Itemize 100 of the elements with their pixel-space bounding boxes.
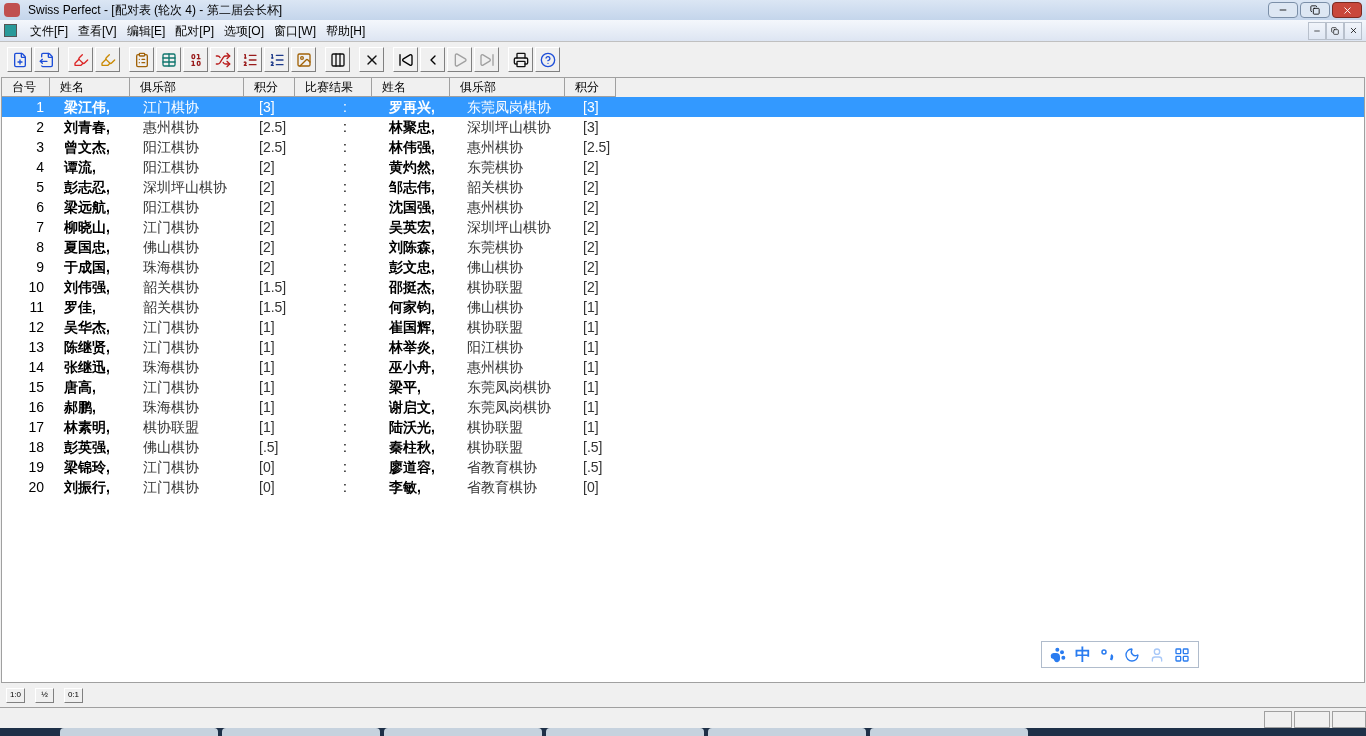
close-button[interactable] (1332, 2, 1362, 18)
board-number: 5 (35, 177, 44, 197)
club-name: 佛山棋协 (143, 237, 200, 257)
ordered-list-button[interactable] (264, 47, 289, 72)
column-header[interactable]: 台号 (2, 78, 50, 97)
clipboard-list-button[interactable] (129, 47, 154, 72)
marker-icon (72, 51, 89, 68)
player-name: 郝鹏, (64, 397, 97, 417)
previous-button[interactable] (420, 47, 445, 72)
player-name: 梁锦玲, (64, 457, 111, 477)
board-number: 18 (27, 437, 44, 457)
menu-item[interactable]: 帮助[H] (321, 21, 371, 40)
club-name: 江门棋协 (143, 217, 200, 237)
score: [2.5] (259, 137, 288, 157)
export-icon (38, 51, 55, 68)
menu-item[interactable]: 编辑[E] (121, 21, 171, 40)
column-header[interactable]: 比赛结果 (295, 78, 372, 97)
player-name: 于成国, (64, 257, 111, 277)
new-file-button[interactable] (7, 47, 32, 72)
result: : (343, 197, 348, 217)
club-name: 阳江棋协 (143, 137, 200, 157)
board-number: 2 (35, 117, 44, 137)
club-name: 东莞凤岗棋协 (467, 397, 552, 417)
cross-button[interactable] (359, 47, 384, 72)
clipboard-list-icon (133, 51, 150, 68)
shuffle-icon (214, 51, 231, 68)
player-name: 夏国忠, (64, 237, 111, 257)
printer-button[interactable] (508, 47, 533, 72)
club-name: 佛山棋协 (143, 437, 200, 457)
column-header[interactable]: 俱乐部 (450, 78, 565, 97)
player-name: 陆沃光, (389, 417, 436, 437)
menu-item[interactable]: 配对[P] (170, 21, 219, 40)
app-icon (4, 3, 20, 17)
restore-button[interactable] (1300, 2, 1330, 18)
result: : (343, 217, 348, 237)
marker-button[interactable] (95, 47, 120, 72)
club-name: 韶关棋协 (467, 177, 524, 197)
club-name: 惠州棋协 (467, 357, 524, 377)
player-name: 唐高, (64, 377, 97, 397)
player-name: 刘青春, (64, 117, 111, 137)
shuffle-button[interactable] (210, 47, 235, 72)
grid-icon[interactable] (1173, 646, 1190, 663)
moon-icon[interactable] (1124, 646, 1141, 663)
picture-button[interactable] (291, 47, 316, 72)
marker-button[interactable] (68, 47, 93, 72)
new-file-icon (11, 51, 28, 68)
help-button[interactable] (535, 47, 560, 72)
club-name: 阳江棋协 (143, 157, 200, 177)
ordered-list-button[interactable] (237, 47, 262, 72)
export-button[interactable] (34, 47, 59, 72)
player-name: 邹志伟, (389, 177, 436, 197)
score: [2] (583, 237, 599, 257)
restore-button[interactable] (1326, 21, 1344, 40)
menu-item[interactable]: 窗口[W] (269, 21, 322, 40)
result: : (343, 337, 348, 357)
score: [0] (259, 457, 276, 477)
club-name: 韶关棋协 (143, 297, 200, 317)
binary-button[interactable] (183, 47, 208, 72)
printer-icon (512, 51, 529, 68)
column-header[interactable]: 积分 (244, 78, 295, 97)
player-name: 梁江伟, (64, 97, 111, 117)
result: : (343, 157, 348, 177)
player-name: 陈继贤, (64, 337, 111, 357)
column-header[interactable]: 积分 (565, 78, 616, 97)
first-button[interactable] (393, 47, 418, 72)
column-header[interactable]: 姓名 (372, 78, 450, 97)
board-number: 12 (27, 317, 44, 337)
club-name: 江门棋协 (143, 97, 200, 117)
columns-button[interactable] (325, 47, 350, 72)
result: : (343, 397, 348, 417)
paw-icon[interactable] (1050, 646, 1067, 663)
player-name: 梁平, (389, 377, 422, 397)
column-header[interactable]: 俱乐部 (130, 78, 244, 97)
club-name: 深圳坪山棋协 (467, 217, 552, 237)
player-name: 邵挺杰, (389, 277, 436, 297)
table-button[interactable] (156, 47, 181, 72)
board-number: 13 (27, 337, 44, 357)
club-name: 惠州棋协 (467, 197, 524, 217)
result: : (343, 177, 348, 197)
input-mode[interactable]: 中 (1075, 642, 1091, 667)
result-button[interactable]: ½ (35, 687, 54, 703)
club-name: 棋协联盟 (143, 417, 200, 437)
score: [3] (259, 97, 276, 117)
result-button[interactable]: 1:0 (6, 687, 25, 703)
menu-item[interactable]: 选项[O] (219, 21, 270, 40)
board-number: 7 (35, 217, 44, 237)
close-button[interactable] (1344, 21, 1362, 40)
menu-item[interactable]: 查看[V] (73, 21, 122, 40)
result-button[interactable]: 0:1 (64, 687, 83, 703)
table-icon (160, 51, 177, 68)
punctuation-icon[interactable] (1099, 646, 1116, 663)
picture-icon (295, 51, 312, 68)
menu-item[interactable]: 文件[F] (25, 21, 73, 40)
score: [1] (583, 317, 599, 337)
score: [1] (583, 357, 599, 377)
club-name: 惠州棋协 (467, 137, 524, 157)
status-panel (1294, 711, 1330, 728)
column-header[interactable]: 姓名 (50, 78, 130, 97)
club-name: 棋协联盟 (467, 317, 524, 337)
score: [1] (259, 397, 276, 417)
